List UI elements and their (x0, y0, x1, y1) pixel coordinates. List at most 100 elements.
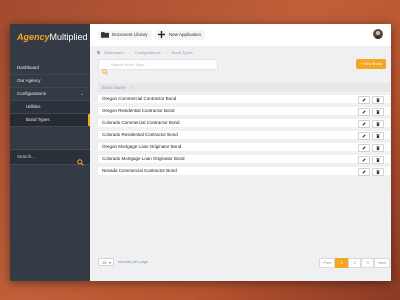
delete-button[interactable] (372, 132, 384, 140)
prev-page-button[interactable]: Prev (319, 258, 336, 268)
row-actions (358, 96, 384, 104)
trash-icon (376, 157, 380, 162)
sort-icon: ↕ (130, 85, 133, 90)
table-row[interactable]: Colorado Residential Contractor Bond (98, 131, 390, 140)
delete-button[interactable] (372, 156, 384, 164)
sidebar-item-bond-types[interactable]: Bond Types (10, 114, 90, 127)
table-footer: 10 ▾ records per page Prev 1 2 3 Next (98, 257, 390, 268)
sidebar-item-label: Utilities (26, 104, 41, 109)
pencil-icon (362, 121, 366, 126)
per-page-value: 10 (102, 260, 107, 265)
sidebar-item-label: Bond Types (26, 117, 50, 122)
table-row[interactable]: Oregon Residential Contractor Bond (98, 107, 390, 116)
delete-button[interactable] (372, 120, 384, 128)
document-library-button[interactable]: Document Library (98, 30, 152, 40)
bond-name: Colorado Residential Contractor Bond (102, 132, 178, 137)
delete-button[interactable] (372, 96, 384, 104)
row-actions (358, 108, 384, 116)
breadcrumb-separator: / (165, 50, 167, 55)
search-icon[interactable] (77, 153, 84, 171)
logo[interactable]: AgencyMultiplied (17, 32, 88, 42)
sidebar-search-placeholder: Search... (17, 154, 36, 159)
new-application-button[interactable]: New Application (155, 30, 206, 42)
delete-button[interactable] (372, 168, 384, 176)
edit-button[interactable] (358, 168, 370, 176)
edit-button[interactable] (358, 96, 370, 104)
logo-part1: Agency (17, 32, 50, 42)
trash-icon (376, 145, 380, 150)
bond-name: Oregon Mortgage Loan Originator Bond (102, 144, 182, 149)
bond-search[interactable] (98, 59, 218, 75)
trash-icon (376, 97, 380, 102)
bond-name: Nevada Commercial Contractor Bond (102, 168, 177, 173)
sidebar-item-label: Our Agency (17, 78, 41, 83)
row-actions (358, 156, 384, 164)
bond-name: Oregon Residential Contractor Bond (102, 108, 175, 113)
table-row[interactable]: Colorado Mortgage Loan Originator Bond (98, 155, 390, 164)
top-bar: Document Library New Application (90, 24, 391, 47)
search-icon (102, 62, 108, 80)
trash-icon (376, 133, 380, 138)
page-button-3[interactable]: 3 (361, 258, 375, 268)
sidebar-item-label: Configurations (17, 91, 47, 96)
table-body: Oregon Commercial Contractor Bond Oregon… (98, 95, 390, 179)
sidebar-search[interactable]: Search... (10, 149, 90, 166)
edit-button[interactable] (358, 156, 370, 164)
logo-part2: Multiplied (49, 32, 88, 42)
breadcrumb-item[interactable]: Dashboard (104, 50, 124, 55)
table-row[interactable]: Nevada Commercial Contractor Bond (98, 167, 390, 176)
pencil-icon (362, 169, 366, 174)
per-page-select[interactable]: 10 ▾ (98, 258, 114, 266)
trash-icon (376, 109, 380, 114)
row-actions (358, 144, 384, 152)
pagination: Prev 1 2 3 Next (319, 258, 390, 268)
bond-name: Oregon Commercial Contractor Bond (102, 96, 177, 101)
plus-icon (158, 31, 165, 42)
search-input[interactable] (111, 61, 211, 68)
breadcrumb-item: Bond Types (171, 50, 193, 55)
sidebar-item-dashboard[interactable]: Dashboard (10, 62, 90, 75)
sidebar: AgencyMultiplied Dashboard Our Agency Co… (10, 24, 90, 281)
new-bond-button[interactable]: + New Bond (356, 59, 386, 69)
edit-button[interactable] (358, 144, 370, 152)
sidebar-item-configurations[interactable]: Configurations ⌄ (10, 88, 90, 101)
table-header[interactable]: Bond Name ↕ (98, 83, 390, 92)
trash-icon (376, 121, 380, 126)
sidebar-nav: Dashboard Our Agency Configurations ⌄ Ut… (10, 62, 90, 127)
per-page-label: records per page (118, 259, 149, 264)
trash-icon (376, 169, 380, 174)
edit-button[interactable] (358, 108, 370, 116)
table-row[interactable]: Oregon Commercial Contractor Bond (98, 95, 390, 104)
row-actions (358, 120, 384, 128)
home-icon[interactable] (97, 51, 100, 54)
row-actions (358, 168, 384, 176)
next-page-button[interactable]: Next (374, 258, 390, 268)
avatar[interactable] (373, 29, 383, 39)
table-row[interactable]: Colorado Commercial Contractor Bond (98, 119, 390, 128)
edit-button[interactable] (358, 120, 370, 128)
delete-button[interactable] (372, 108, 384, 116)
delete-button[interactable] (372, 144, 384, 152)
app-window: AgencyMultiplied Dashboard Our Agency Co… (10, 24, 391, 281)
bond-name: Colorado Mortgage Loan Originator Bond (102, 156, 185, 161)
chevron-down-icon: ⌄ (79, 91, 84, 97)
edit-button[interactable] (358, 132, 370, 140)
sidebar-item-our-agency[interactable]: Our Agency (10, 75, 90, 88)
chevron-down-icon: ▾ (108, 260, 111, 265)
column-header-bond-name: Bond Name (102, 85, 126, 90)
folder-icon (101, 31, 109, 42)
pencil-icon (362, 109, 366, 114)
breadcrumb-item[interactable]: Configurations (135, 50, 161, 55)
breadcrumb-separator: / (128, 50, 130, 55)
document-library-label: Document Library (112, 32, 148, 37)
page-button-1[interactable]: 1 (335, 258, 349, 268)
row-actions (358, 132, 384, 140)
sidebar-item-utilities[interactable]: Utilities (10, 101, 90, 114)
breadcrumb: Dashboard / Configurations / Bond Types (97, 49, 193, 57)
page-button-2[interactable]: 2 (348, 258, 362, 268)
new-application-label: New Application (169, 32, 202, 37)
pencil-icon (362, 157, 366, 162)
pencil-icon (362, 133, 366, 138)
sidebar-item-label: Dashboard (17, 65, 40, 70)
table-row[interactable]: Oregon Mortgage Loan Originator Bond (98, 143, 390, 152)
